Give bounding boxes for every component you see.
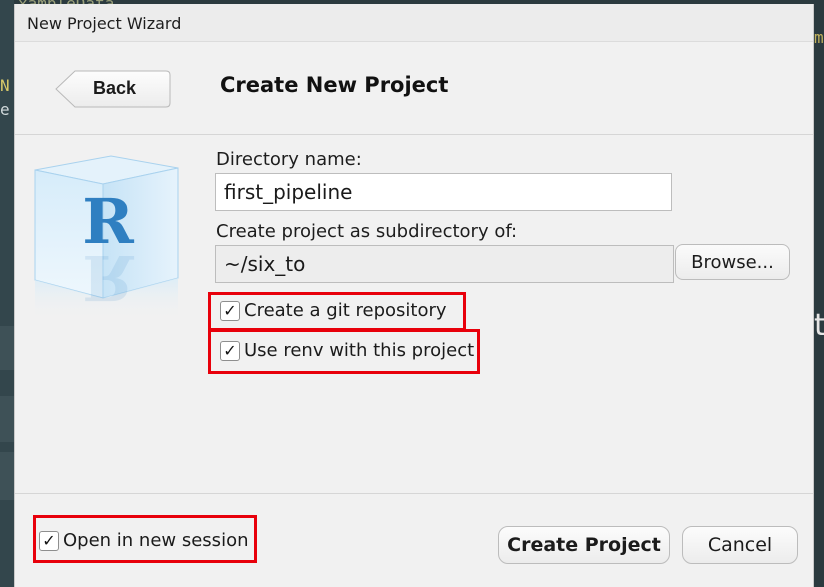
svg-text:R: R (82, 241, 134, 314)
r-project-logo-icon: R R (33, 148, 183, 320)
renv-option[interactable]: ✓ Use renv with this project (220, 340, 474, 361)
new-session-label: Open in new session (63, 530, 249, 551)
subdirectory-label: Create project as subdirectory of: (216, 221, 518, 242)
back-button-label: Back (93, 78, 137, 98)
new-session-option[interactable]: ✓ Open in new session (39, 530, 248, 551)
browse-button[interactable]: Browse... (675, 244, 790, 280)
new-project-dialog: New Project Wizard Back Create New Proje… (14, 4, 814, 587)
cancel-button[interactable]: Cancel (682, 526, 798, 564)
background-code-fragment: e (0, 100, 10, 119)
git-repository-checkbox[interactable]: ✓ (220, 300, 240, 321)
git-repository-option[interactable]: ✓ Create a git repository (220, 300, 447, 321)
background-code-fragment: m (814, 28, 824, 47)
dialog-title: New Project Wizard (27, 14, 182, 33)
renv-checkbox[interactable]: ✓ (220, 340, 240, 361)
directory-name-input[interactable] (215, 173, 672, 211)
background-code-fragment: N (0, 76, 10, 95)
background-code-fragment: t (814, 308, 824, 343)
subdirectory-path-input[interactable] (215, 245, 674, 283)
wizard-page-title: Create New Project (220, 73, 449, 97)
back-button[interactable]: Back (55, 70, 171, 108)
create-project-button[interactable]: Create Project (498, 526, 670, 564)
git-repository-label: Create a git repository (244, 300, 447, 321)
directory-name-label: Directory name: (216, 149, 362, 170)
new-session-checkbox[interactable]: ✓ (39, 530, 59, 551)
dialog-footer: ✓ Open in new session Create Project Can… (15, 493, 813, 587)
dialog-titlebar[interactable]: New Project Wizard (15, 4, 813, 42)
dialog-header: Back Create New Project (15, 42, 813, 135)
renv-label: Use renv with this project (244, 340, 475, 361)
